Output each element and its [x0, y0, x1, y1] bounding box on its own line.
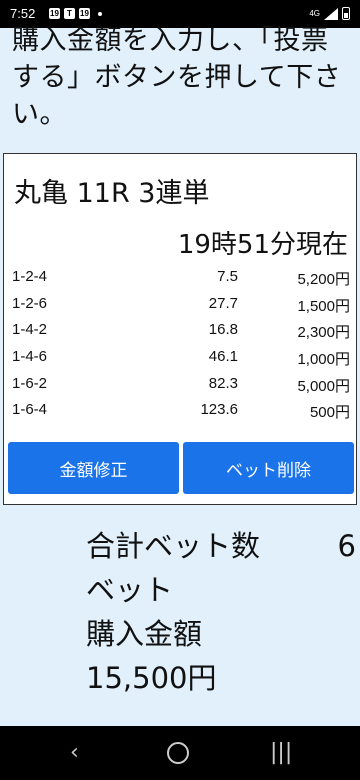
total-bets-line: 合計ベット数 6 [86, 524, 356, 568]
instruction-text: 購入金額を入力し、「投票する」ボタンを押して下さい。 [12, 25, 342, 130]
edit-amount-button[interactable]: 金額修正 [8, 442, 179, 494]
bet-row: 1-4-2 16.8 2,300円 [12, 317, 350, 344]
system-indicators: 4G [309, 7, 350, 20]
bet-combination: 1-6-2 [12, 374, 48, 392]
bet-amount: 5,200円 [297, 271, 350, 288]
bet-row: 1-4-6 46.1 1,000円 [12, 344, 350, 371]
bet-row: 1-6-2 82.3 5,000円 [12, 371, 350, 398]
battery-icon [342, 7, 350, 20]
status-time: 7:52 [10, 6, 36, 21]
bet-summary: 合計ベット数 6 ベット 購入金額 15,500円 [86, 524, 356, 700]
bet-combination: 1-2-6 [12, 294, 48, 312]
signal-icon [324, 7, 338, 20]
bet-row: 1-2-6 27.7 1,500円 [12, 291, 350, 318]
bet-combination: 1-4-6 [12, 348, 48, 366]
bet-combination: 1-4-2 [12, 321, 48, 339]
bet-odds: 123.6 [200, 401, 238, 419]
bet-amount: 1,500円 [297, 297, 350, 315]
total-bets-value: 6 [337, 529, 356, 563]
notification-icon-3: 19 [79, 8, 90, 19]
bet-amount: 500円 [309, 404, 350, 422]
bet-amount: 2,300円 [297, 324, 350, 342]
bet-odds: 82.3 [208, 374, 238, 392]
bet-odds: 16.8 [208, 321, 238, 339]
more-notifications-dot-icon [98, 11, 102, 16]
notification-icon-1: 19 [49, 8, 60, 19]
bet-combination: 1-6-4 [12, 401, 48, 419]
bet-amount: 5,000円 [297, 377, 350, 395]
bet-odds: 27.7 [208, 294, 238, 312]
purchase-amount-value: 15,500円 [86, 661, 217, 695]
bet-row: 1-2-4 7.5 5,200円 [12, 264, 350, 291]
bet-amount: 1,000円 [297, 351, 350, 369]
back-icon[interactable]: ‹ [70, 740, 79, 765]
home-icon[interactable] [167, 742, 189, 764]
bet-odds: 46.1 [208, 348, 238, 366]
notification-icon-2: T [64, 8, 75, 19]
bet-confirmation-panel: 丸亀 11R 3連単 19時51分現在 1-2-4 7.5 5,200円 1-2… [3, 153, 357, 505]
delete-bet-button[interactable]: ベット削除 [183, 442, 354, 494]
purchase-amount-label: 購入金額 [86, 617, 203, 651]
bet-list: 1-2-4 7.5 5,200円 1-2-6 27.7 1,500円 1-4-2… [12, 264, 350, 424]
bet-odds: 7.5 [217, 268, 238, 285]
total-bets-label: 合計ベット数 [86, 529, 261, 563]
odds-timestamp: 19時51分現在 [177, 230, 348, 260]
system-navigation-bar: ‹ ||| [0, 726, 360, 780]
bet-combination: 1-2-4 [12, 268, 48, 285]
race-title: 丸亀 11R 3連単 [14, 178, 210, 209]
notification-icons: 19 T 19 [49, 8, 102, 19]
recent-apps-icon[interactable]: ||| [270, 740, 292, 765]
bets-unit: ベット [86, 573, 174, 607]
bet-row: 1-6-4 123.6 500円 [12, 397, 350, 424]
network-type: 4G [309, 9, 320, 18]
